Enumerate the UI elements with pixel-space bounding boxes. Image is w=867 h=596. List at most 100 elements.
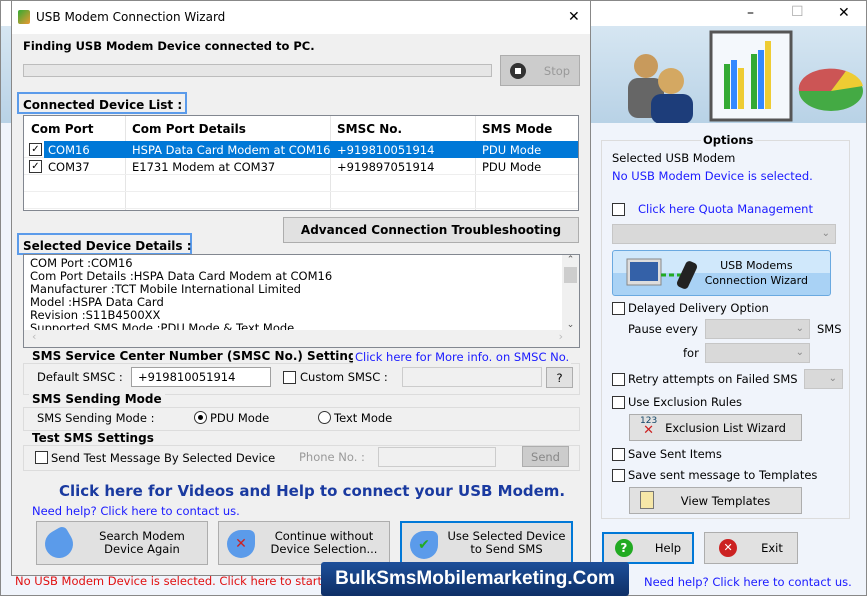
exit-icon: ✕ bbox=[719, 539, 738, 557]
exit-button[interactable]: ✕ Exit bbox=[704, 532, 798, 564]
exclusion-rules-checkbox[interactable] bbox=[612, 396, 625, 409]
quota-select[interactable]: ⌄ bbox=[612, 224, 836, 244]
column-header[interactable]: Com Port bbox=[31, 122, 93, 136]
close-button[interactable]: ✕ bbox=[838, 5, 850, 21]
retry-select[interactable]: ⌄ bbox=[804, 369, 843, 389]
exit-label: Exit bbox=[761, 541, 783, 555]
retry-checkbox[interactable] bbox=[612, 373, 625, 386]
help-icon: ? bbox=[614, 539, 633, 557]
wizard-app-icon bbox=[18, 10, 30, 24]
business-chart-graphic bbox=[628, 30, 863, 123]
view-templates-label: View Templates bbox=[680, 493, 771, 508]
smsc-group-title: SMS Service Center Number (SMSC No.) Set… bbox=[29, 349, 367, 363]
usb-cancel-icon: ✕ bbox=[227, 530, 255, 558]
save-sent-checkbox[interactable] bbox=[612, 448, 625, 461]
wizard-line1: USB Modems bbox=[720, 259, 793, 272]
selected-usb-modem-value: No USB Modem Device is selected. bbox=[612, 169, 813, 183]
dialog-title: USB Modem Connection Wizard bbox=[36, 10, 226, 24]
stop-label: Stop bbox=[543, 63, 571, 78]
table-row[interactable]: ✓ COM37 E1731 Modem at COM37 +919897051914 P… bbox=[24, 158, 578, 175]
dialog-close-button[interactable]: ✕ bbox=[568, 9, 580, 25]
row-checkbox[interactable]: ✓ bbox=[29, 160, 42, 173]
custom-smsc-input[interactable] bbox=[402, 367, 542, 387]
options-title: Options bbox=[701, 133, 756, 147]
pause-every-select[interactable]: ⌄ bbox=[705, 319, 810, 339]
table-header: Com Port Com Port Details SMSC No. SMS Mode bbox=[24, 116, 578, 210]
send-test-checkbox[interactable] bbox=[35, 451, 48, 464]
cell-mode: PDU Mode bbox=[482, 160, 542, 174]
dialog-need-help-link[interactable]: Need help? Click here to contact us. bbox=[32, 504, 240, 518]
minimize-button[interactable]: – bbox=[747, 5, 754, 21]
view-templates-button[interactable]: View Templates bbox=[629, 487, 802, 514]
save-templates-checkbox[interactable] bbox=[612, 469, 625, 482]
continue-without-selection-button[interactable]: ✕ Continue without Device Selection... bbox=[218, 521, 390, 565]
cell-smsc: +919810051914 bbox=[337, 143, 435, 157]
test-sms-title: Test SMS Settings bbox=[29, 431, 157, 445]
main-need-help-link[interactable]: Need help? Click here to contact us. bbox=[644, 575, 852, 589]
maximize-button[interactable]: ☐ bbox=[791, 4, 804, 20]
for-label: for bbox=[683, 346, 699, 360]
video-help-link[interactable]: Click here for Videos and Help to connec… bbox=[59, 482, 565, 500]
vertical-scrollbar[interactable]: ⌃ ⌄ bbox=[562, 255, 579, 330]
pdu-mode-label: PDU Mode bbox=[210, 411, 270, 425]
table-row[interactable]: ✓ COM16 HSPA Data Card Modem at COM16 +9198… bbox=[24, 141, 578, 158]
custom-smsc-checkbox[interactable] bbox=[283, 371, 296, 384]
column-header[interactable]: Com Port Details bbox=[132, 122, 246, 136]
default-smsc-label: Default SMSC : bbox=[37, 370, 123, 384]
usb-check-icon: ✔ bbox=[410, 531, 438, 559]
details-content: COM Port :COM16 Com Port Details :HSPA Da… bbox=[30, 257, 332, 330]
usb-modems-connection-wizard-button[interactable]: USB Modems Connection Wizard bbox=[612, 250, 831, 296]
default-smsc-input[interactable]: +919810051914 bbox=[131, 367, 271, 387]
help-label: Help bbox=[654, 541, 682, 555]
selected-usb-modem-label: Selected USB Modem bbox=[612, 151, 736, 165]
delayed-delivery-checkbox[interactable] bbox=[612, 302, 625, 315]
exclusion-wizard-label: Exclusion List Wizard bbox=[665, 420, 786, 435]
finding-text: Finding USB Modem Device connected to PC… bbox=[23, 39, 315, 53]
template-search-icon bbox=[640, 491, 654, 509]
pause-for-select[interactable]: ⌄ bbox=[705, 343, 810, 363]
column-header[interactable]: SMS Mode bbox=[482, 122, 552, 136]
smsc-info-link[interactable]: Click here for More info. on SMSC No. bbox=[353, 350, 572, 364]
device-details-textarea[interactable]: COM Port :COM16 Com Port Details :HSPA Da… bbox=[23, 254, 580, 348]
empty-row bbox=[24, 192, 578, 209]
empty-row bbox=[24, 175, 578, 192]
wizard-line2: Connection Wizard bbox=[704, 274, 808, 287]
search-progress-bar bbox=[23, 64, 492, 77]
cell-port: COM16 bbox=[48, 143, 90, 157]
use-selected-device-button[interactable]: ✔ Use Selected Device to Send SMS bbox=[400, 521, 573, 565]
usb-search-icon bbox=[39, 524, 79, 564]
device-table: Com Port Com Port Details SMSC No. SMS Mode… bbox=[23, 115, 579, 211]
exclusion-list-wizard-button[interactable]: 123 ✕ Exclusion List Wizard bbox=[629, 414, 802, 441]
stop-icon bbox=[509, 62, 526, 79]
exclusion-icon: 123 ✕ bbox=[640, 416, 658, 438]
sending-mode-title: SMS Sending Mode bbox=[29, 392, 165, 406]
advanced-troubleshooting-button[interactable]: Advanced Connection Troubleshooting bbox=[283, 217, 579, 243]
connected-device-list-label: Connected Device List : bbox=[17, 92, 187, 114]
row-checkbox[interactable]: ✓ bbox=[29, 143, 42, 156]
sms-label: SMS bbox=[817, 322, 842, 336]
send-test-button[interactable]: Send bbox=[522, 446, 569, 467]
column-header[interactable]: SMSC No. bbox=[337, 122, 402, 136]
exclusion-rules-label: Use Exclusion Rules bbox=[628, 395, 743, 409]
status-text[interactable]: No USB Modem Device is selected. Click h… bbox=[15, 574, 322, 588]
quota-management-link[interactable]: Click here Quota Management bbox=[638, 202, 813, 216]
watermark-banner: BulkSmsMobilemarketing.Com bbox=[321, 562, 629, 596]
stop-button[interactable]: Stop bbox=[500, 55, 580, 86]
save-sent-label: Save Sent Items bbox=[628, 447, 722, 461]
cell-smsc: +919897051914 bbox=[337, 160, 435, 174]
quota-checkbox[interactable] bbox=[612, 203, 625, 216]
horizontal-scrollbar[interactable]: ‹ › bbox=[24, 330, 579, 347]
phone-no-input[interactable] bbox=[378, 447, 496, 467]
search-modem-again-button[interactable]: Search Modem Device Again bbox=[36, 521, 208, 565]
smsc-help-button[interactable]: ? bbox=[546, 367, 573, 388]
cell-mode: PDU Mode bbox=[482, 143, 542, 157]
cell-details: E1731 Modem at COM37 bbox=[132, 160, 276, 174]
retry-label: Retry attempts on Failed SMS bbox=[628, 372, 798, 386]
pdu-mode-radio[interactable] bbox=[194, 411, 207, 424]
text-mode-radio[interactable] bbox=[318, 411, 331, 424]
help-button[interactable]: ? Help bbox=[602, 532, 694, 564]
use-line2: to Send SMS bbox=[470, 542, 543, 556]
save-templates-label: Save sent message to Templates bbox=[628, 468, 818, 482]
phone-no-label: Phone No. : bbox=[299, 450, 365, 464]
sending-mode-label: SMS Sending Mode : bbox=[37, 411, 155, 425]
